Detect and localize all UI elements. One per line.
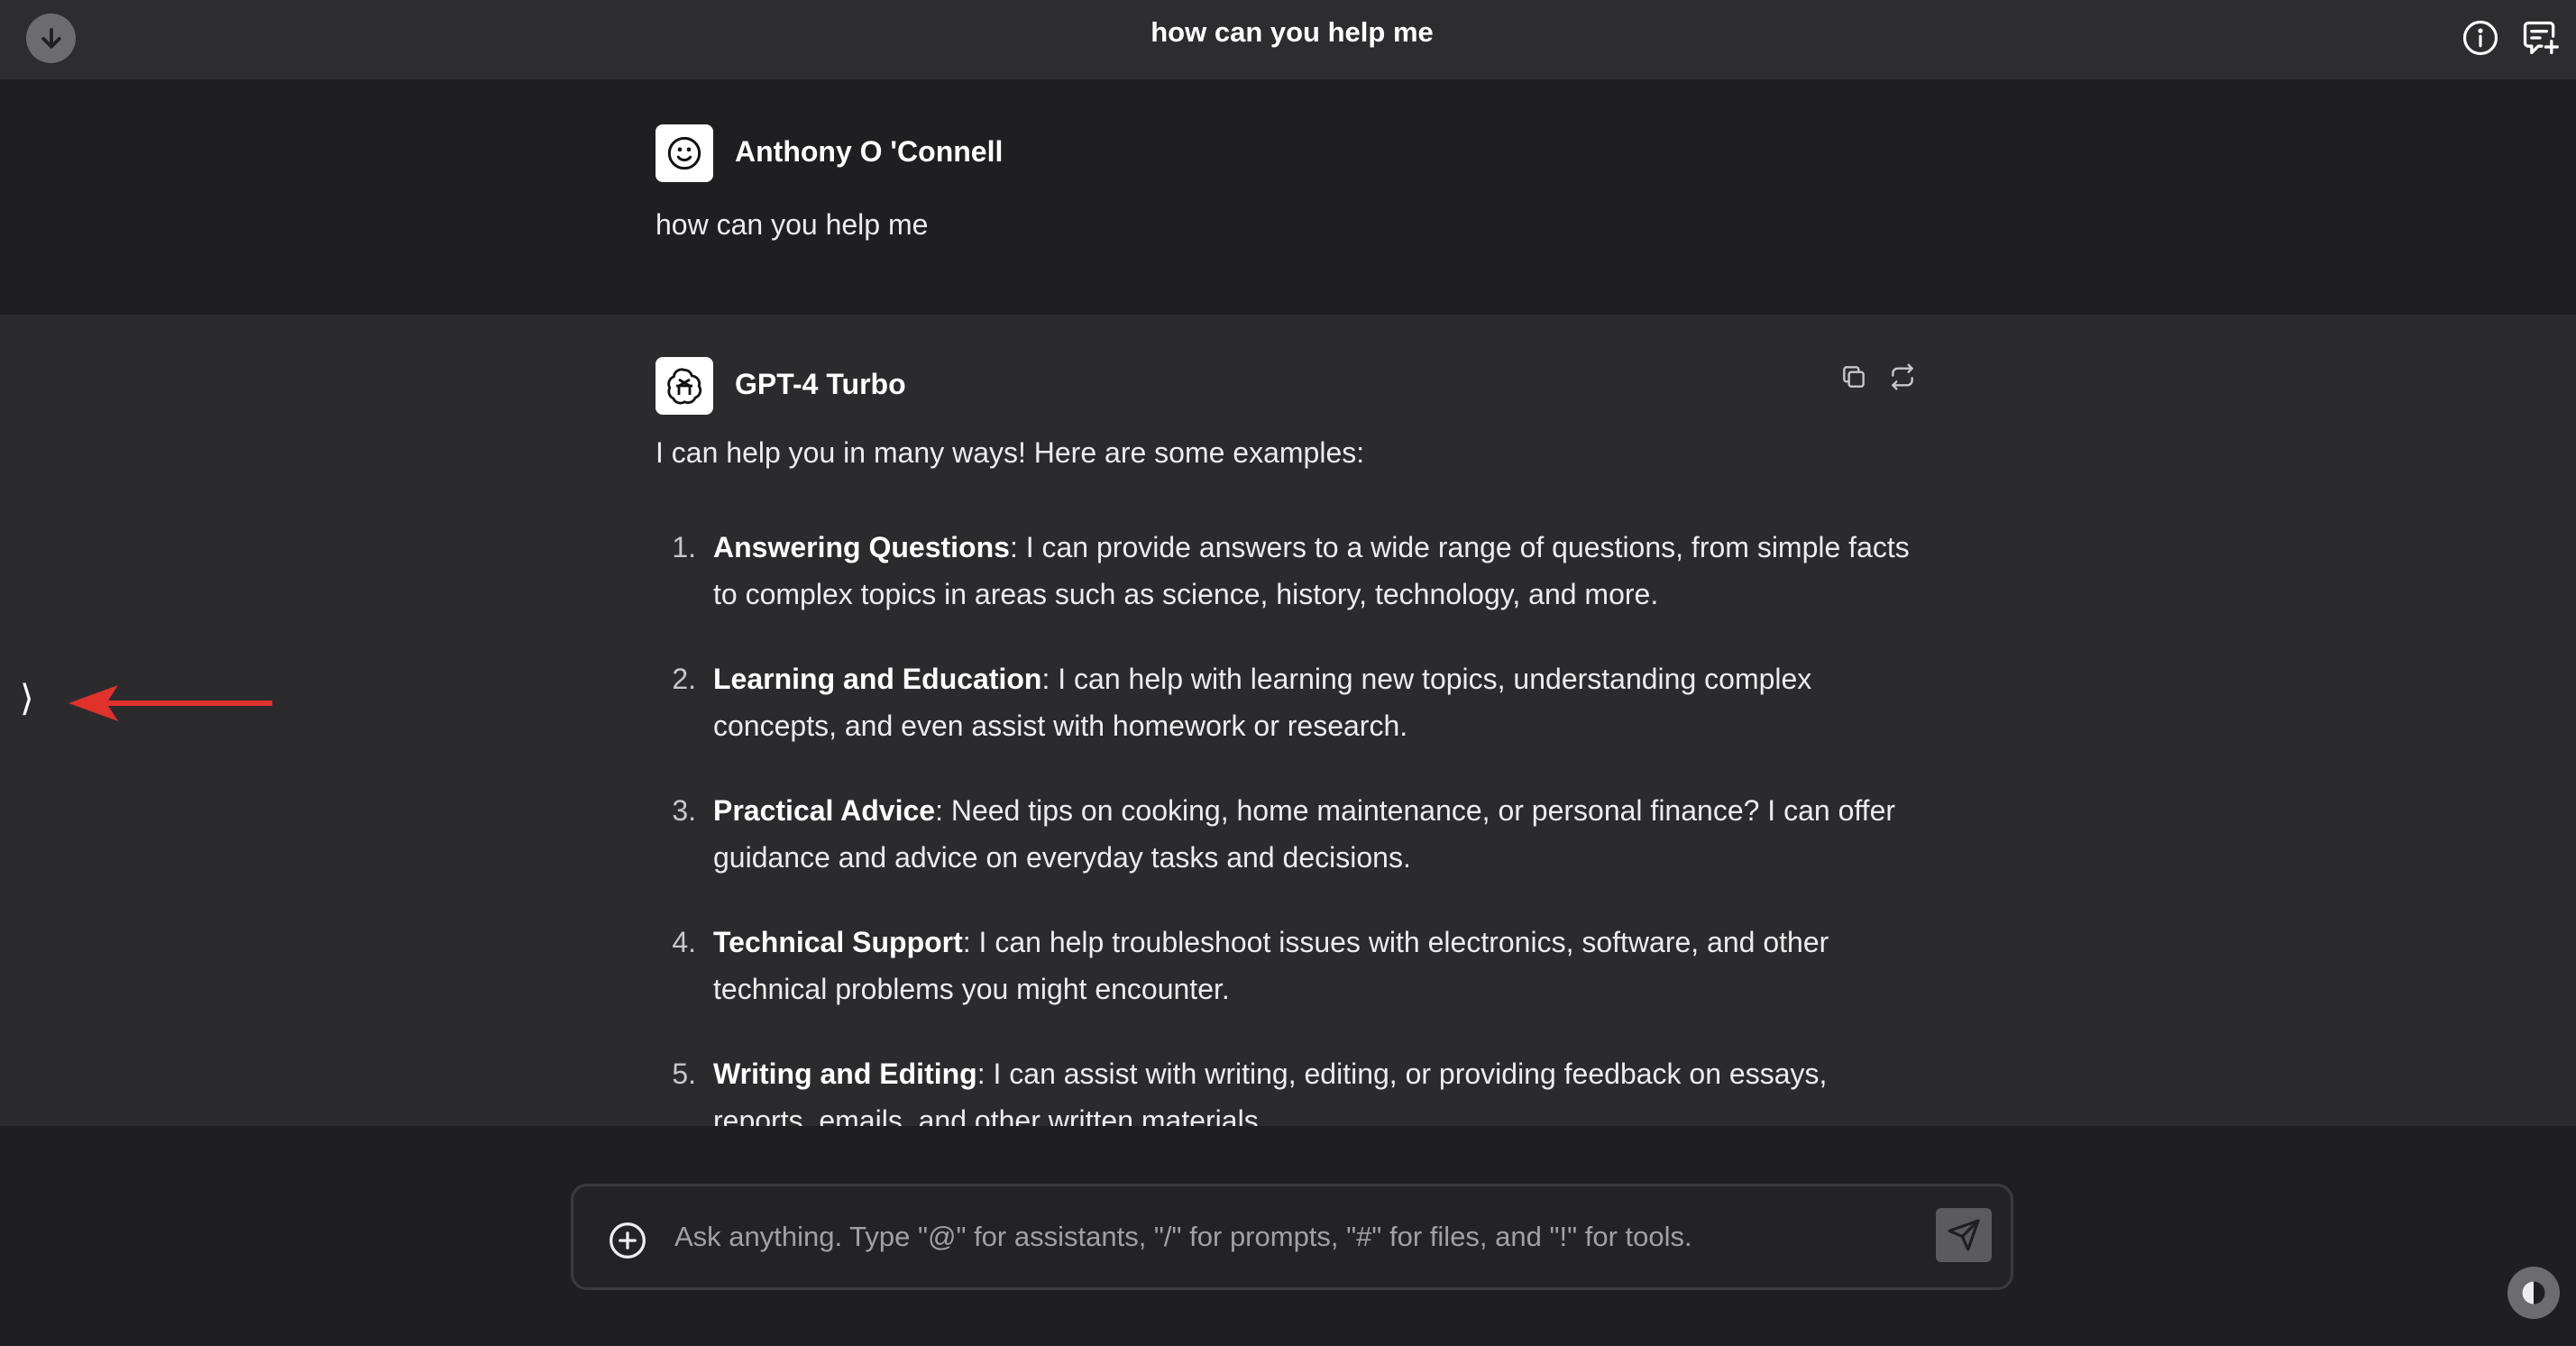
send-button[interactable] <box>1936 1208 1992 1262</box>
user-avatar <box>655 124 713 182</box>
send-icon <box>1948 1219 1980 1251</box>
conversation-title: how can you help me <box>1150 16 1434 48</box>
copy-icon <box>1843 366 1865 388</box>
user-message: Anthony O 'Connell how can you help me <box>0 79 2576 315</box>
list-item-title: Technical Support <box>713 926 963 958</box>
assistant-examples-list: 1. Answering Questions: I can provide an… <box>655 524 1918 1182</box>
top-header: how can you help me <box>0 0 2576 79</box>
assistant-intro-text: I can help you in many ways! Here are so… <box>655 436 1365 469</box>
attach-button[interactable] <box>608 1221 647 1260</box>
user-author-name: Anthony O 'Connell <box>735 135 1004 168</box>
list-item-title: Practical Advice <box>713 794 936 827</box>
copy-button[interactable] <box>1838 362 1869 392</box>
assistant-message: GPT-4 Turbo I can help you in many ways!… <box>0 315 2576 1137</box>
info-icon <box>2462 20 2498 56</box>
repeat-icon <box>1892 363 1913 390</box>
list-item-title: Learning and Education <box>713 663 1042 695</box>
info-button[interactable] <box>2461 18 2500 58</box>
new-chat-icon <box>2523 21 2559 55</box>
composer-area <box>0 1126 2576 1346</box>
smiley-icon <box>667 136 701 170</box>
message-actions <box>1838 362 1918 392</box>
list-item: 1. Answering Questions: I can provide an… <box>672 531 1910 610</box>
list-item-title: Answering Questions <box>713 531 1010 563</box>
composer <box>571 1184 2013 1290</box>
list-item: 3. Practical Advice: Need tips on cookin… <box>672 794 1896 874</box>
list-item-title: Writing and Editing <box>713 1058 977 1090</box>
new-chat-button[interactable] <box>2520 18 2560 58</box>
sidebar-toggle[interactable]: ⟩ <box>20 678 34 719</box>
chat-input[interactable] <box>674 1208 1919 1266</box>
theme-toggle-button[interactable] <box>2507 1267 2560 1319</box>
openai-logo-icon <box>667 368 702 405</box>
regenerate-button[interactable] <box>1887 362 1918 392</box>
assistant-author-name: GPT-4 Turbo <box>735 368 906 400</box>
assistant-avatar <box>655 357 713 415</box>
list-item: 4. Technical Support: I can help trouble… <box>672 926 1829 1005</box>
plus-circle-icon <box>610 1222 646 1259</box>
user-message-text: how can you help me <box>655 208 929 241</box>
annotation-arrow-icon <box>69 685 272 721</box>
list-item: 2. Learning and Education: I can help wi… <box>672 663 1812 742</box>
contrast-icon <box>2522 1281 2545 1305</box>
